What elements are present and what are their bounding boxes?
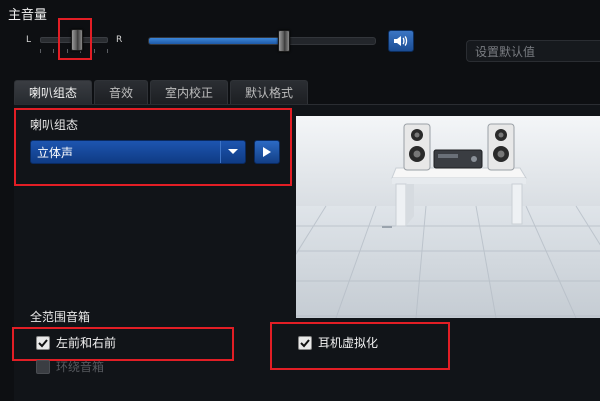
speaker-config-select[interactable]: 立体声 bbox=[30, 140, 246, 164]
headphone-virtualization-checkbox[interactable] bbox=[298, 335, 312, 350]
surround-speakers-checkbox bbox=[36, 359, 50, 374]
tab-speaker-config[interactable]: 喇叭组态 bbox=[14, 80, 93, 105]
set-default-button[interactable]: 设置默认值 bbox=[466, 40, 600, 62]
front-speakers-label: 左前和右前 bbox=[56, 336, 117, 350]
chevron-down-icon[interactable] bbox=[220, 141, 245, 163]
volume-slider-fill bbox=[149, 38, 283, 44]
fullrange-label: 全范围音箱 bbox=[30, 310, 91, 324]
speaker-preview-scene bbox=[296, 116, 600, 318]
balance-right-label: R bbox=[116, 35, 123, 45]
speaker-config-value: 立体声 bbox=[37, 145, 74, 160]
headphone-virtualization-label: 耳机虚拟化 bbox=[318, 336, 379, 350]
speaker-config-label: 喇叭组态 bbox=[30, 118, 79, 132]
tab-bar: 喇叭组态 音效 室内校正 默认格式 bbox=[14, 80, 309, 105]
tab-room-correction[interactable]: 室内校正 bbox=[150, 80, 229, 105]
surround-speakers-option: 环绕音箱 bbox=[36, 358, 104, 375]
volume-slider-track[interactable] bbox=[148, 37, 376, 45]
play-test-button[interactable] bbox=[254, 140, 280, 164]
front-speakers-checkbox[interactable] bbox=[36, 335, 50, 350]
front-speakers-option[interactable]: 左前和右前 bbox=[36, 334, 116, 351]
volume-slider-thumb[interactable] bbox=[278, 30, 290, 52]
tab-default-format[interactable]: 默认格式 bbox=[230, 80, 309, 105]
balance-highlight-box bbox=[58, 18, 92, 60]
speaker-icon bbox=[394, 36, 408, 46]
checkmark-icon bbox=[38, 338, 48, 347]
master-volume-title: 主音量 bbox=[8, 8, 48, 23]
surround-speakers-label: 环绕音箱 bbox=[56, 360, 105, 374]
play-icon bbox=[263, 147, 271, 157]
checkmark-icon bbox=[300, 338, 310, 347]
tab-sound-effects[interactable]: 音效 bbox=[94, 80, 149, 105]
balance-left-label: L bbox=[26, 35, 32, 45]
headphone-virtualization-option[interactable]: 耳机虚拟化 bbox=[298, 334, 378, 351]
mute-button[interactable] bbox=[388, 30, 414, 52]
